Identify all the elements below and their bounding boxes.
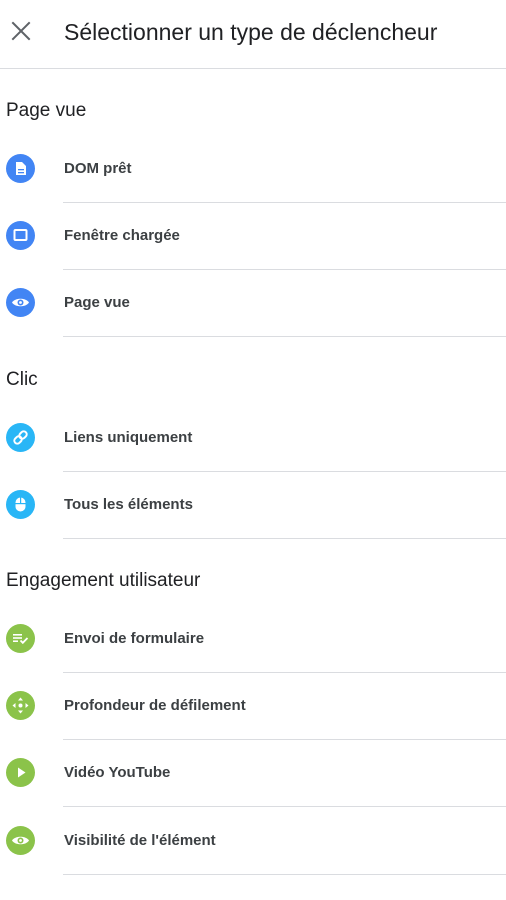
trigger-item-all-elements[interactable]: Tous les éléments	[0, 472, 506, 539]
divider	[63, 538, 506, 539]
trigger-item-window-loaded[interactable]: Fenêtre chargée	[0, 203, 506, 270]
document-icon	[6, 154, 35, 183]
divider	[63, 806, 506, 807]
section-title-click: Clic	[6, 369, 38, 390]
trigger-item-dom-ready[interactable]: DOM prêt	[0, 136, 506, 203]
window-icon	[6, 221, 35, 250]
section-title-user-engagement: Engagement utilisateur	[6, 570, 201, 591]
dialog-title: Sélectionner un type de déclencheur	[64, 19, 438, 45]
trigger-item-scroll-depth[interactable]: Profondeur de défilement	[0, 673, 506, 740]
mouse-icon	[6, 490, 35, 519]
divider	[63, 874, 506, 875]
eye-icon	[6, 826, 35, 855]
trigger-item-label: Visibilité de l'élément	[64, 832, 216, 849]
section-title-page-view: Page vue	[6, 100, 87, 121]
close-icon	[11, 21, 31, 41]
dialog-header: Sélectionner un type de déclencheur	[0, 0, 506, 69]
trigger-item-links-only[interactable]: Liens uniquement	[0, 405, 506, 472]
divider	[63, 336, 506, 337]
trigger-item-label: Fenêtre chargée	[64, 227, 180, 244]
scroll-icon	[6, 691, 35, 720]
eye-icon	[6, 288, 35, 317]
trigger-item-label: Envoi de formulaire	[64, 630, 205, 647]
play-icon	[6, 758, 35, 787]
trigger-item-label: Liens uniquement	[64, 429, 193, 446]
trigger-item-label: DOM prêt	[64, 160, 132, 177]
trigger-item-page-view[interactable]: Page vue	[0, 270, 506, 337]
trigger-item-label: Profondeur de défilement	[64, 697, 246, 714]
close-button[interactable]	[8, 18, 34, 44]
link-icon	[6, 423, 35, 452]
form-submit-icon	[6, 624, 35, 653]
trigger-item-label: Page vue	[64, 294, 130, 311]
trigger-item-form-submit[interactable]: Envoi de formulaire	[0, 606, 506, 673]
trigger-item-label: Tous les éléments	[64, 496, 193, 513]
trigger-item-label: Vidéo YouTube	[64, 764, 171, 781]
trigger-item-youtube-video[interactable]: Vidéo YouTube	[0, 740, 506, 807]
trigger-item-element-visibility[interactable]: Visibilité de l'élément	[0, 808, 506, 875]
